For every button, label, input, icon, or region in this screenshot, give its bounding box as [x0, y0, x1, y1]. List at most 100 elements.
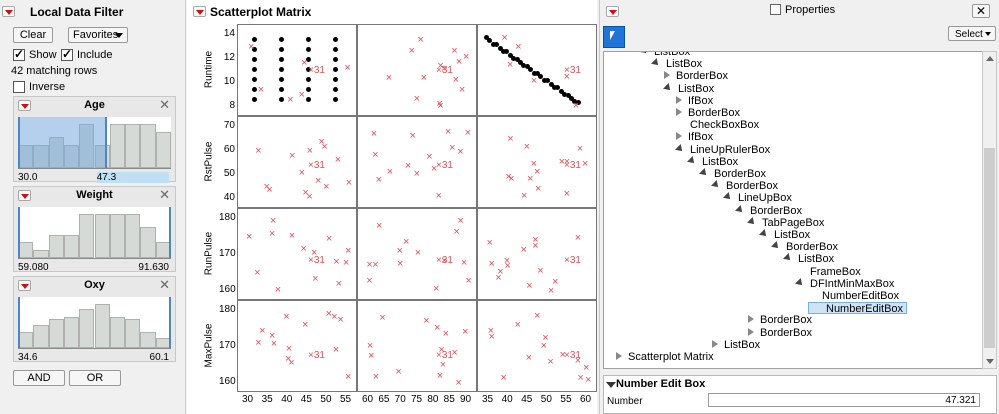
scatter-cell[interactable]: × × × × × × × × × × × × × × ×31 — [237, 116, 357, 208]
collapsed-icon[interactable] — [676, 95, 682, 104]
tree-node[interactable]: ListBox — [651, 58, 702, 70]
histogram[interactable] — [18, 297, 171, 349]
tree-node[interactable]: NumberEditBox — [808, 302, 908, 315]
properties-menu-icon[interactable] — [606, 6, 619, 17]
range-low[interactable]: 59.080 — [18, 262, 49, 273]
expanded-icon[interactable] — [795, 277, 805, 288]
close-icon[interactable]: ✕ — [159, 187, 170, 203]
close-icon[interactable]: ✕ — [159, 97, 170, 113]
expanded-icon[interactable] — [675, 143, 685, 154]
scatter-cell[interactable]: × × × × × × × × × × × × × × ×31 — [237, 208, 357, 300]
tree-node[interactable]: BorderBox — [676, 107, 740, 119]
range-low[interactable]: 34.6 — [18, 352, 37, 363]
collapse-icon[interactable] — [606, 382, 616, 388]
scatter-cell[interactable]: × × × × × × × × × × × × × × ×31 — [357, 24, 477, 116]
select-dropdown[interactable]: Select — [948, 26, 996, 41]
collapsed-icon[interactable] — [664, 71, 670, 80]
and-button[interactable]: AND — [13, 370, 65, 386]
expanded-icon[interactable] — [663, 82, 673, 93]
show-checkbox[interactable] — [13, 47, 25, 61]
filter-menu-icon[interactable] — [2, 6, 15, 17]
tree-node[interactable]: CheckBoxBox — [676, 119, 759, 131]
histogram[interactable] — [18, 207, 171, 259]
scatter-cell[interactable]: × × × × × × × × × × × × × × ×31 — [477, 208, 597, 300]
tree-node[interactable]: DFIntMinMaxBox — [795, 277, 894, 290]
scroll-down-icon[interactable] — [986, 359, 994, 364]
range-high[interactable]: 91.630 — [138, 262, 169, 273]
tree-node[interactable]: BorderBox — [771, 241, 838, 253]
tree-node[interactable]: ListBox — [687, 155, 738, 168]
scatter-cell[interactable]: × × × × × × × × × × × × × × ×31 — [237, 300, 357, 392]
expanded-icon[interactable] — [783, 253, 793, 264]
expanded-icon[interactable] — [771, 241, 781, 252]
tree-node[interactable]: ListBox — [663, 82, 714, 95]
tree-node[interactable]: ListBox — [712, 339, 760, 351]
range-handle-right[interactable] — [169, 297, 171, 348]
tree-node[interactable]: ListBox — [759, 229, 810, 241]
expanded-icon[interactable] — [759, 229, 769, 239]
expanded-icon[interactable] — [639, 52, 649, 56]
expanded-icon[interactable] — [711, 180, 721, 191]
scatter-cell[interactable]: × × × × × × × × × × × × × × ×31 — [357, 300, 477, 392]
expanded-icon[interactable] — [735, 204, 745, 215]
collapsed-icon[interactable] — [712, 339, 718, 348]
scatter-cell[interactable]: × × × × × × × × × × × × × × ×31 — [357, 116, 477, 208]
expanded-icon[interactable] — [747, 216, 757, 227]
tree-scrollbar[interactable] — [982, 51, 997, 369]
tree-node[interactable]: FrameBox — [796, 266, 861, 278]
data-point: × — [325, 233, 333, 246]
data-point: × — [302, 186, 309, 199]
scatterplot-menu-icon[interactable] — [193, 6, 206, 17]
expanded-icon[interactable] — [687, 155, 697, 166]
tree-node[interactable]: Scatterplot Matrix — [616, 351, 714, 363]
tree-node[interactable]: BorderBox — [699, 168, 766, 180]
selection-tool-button[interactable] — [603, 26, 625, 48]
include-checkbox[interactable] — [61, 47, 73, 61]
scatter-cell[interactable]: × × × × × × × × × × × × × × ×31 — [477, 116, 597, 208]
collapsed-icon[interactable] — [748, 315, 754, 324]
inverse-checkbox[interactable] — [13, 81, 25, 93]
close-icon[interactable]: ✕ — [159, 277, 170, 293]
tree-node[interactable]: BorderBox — [711, 180, 778, 192]
scroll-up-icon[interactable] — [986, 56, 994, 61]
tree-node[interactable]: TabPageBox — [747, 216, 824, 229]
tree-node[interactable]: ListBox — [639, 52, 690, 58]
collapsed-icon[interactable] — [748, 327, 754, 336]
range-handle-left[interactable] — [18, 297, 20, 348]
close-button[interactable]: ✕ — [972, 4, 990, 18]
scatter-cell[interactable]: × × × × × × × × × × × × × × ×31 — [357, 208, 477, 300]
clear-button[interactable]: Clear — [13, 27, 53, 43]
tree-node[interactable]: ListBox — [783, 253, 834, 265]
or-button[interactable]: OR — [69, 370, 121, 386]
collapsed-icon[interactable] — [616, 352, 622, 360]
tree-node[interactable]: BorderBox — [748, 327, 812, 339]
collapsed-icon[interactable] — [676, 132, 682, 141]
range-selection[interactable] — [18, 117, 107, 168]
tree-node[interactable]: LineUpRulerBox — [675, 143, 770, 156]
tree-node[interactable]: BorderBox — [735, 204, 802, 217]
expanded-icon[interactable] — [723, 192, 733, 203]
tree-node[interactable]: LineUpBox — [723, 192, 792, 204]
scatter-cell[interactable]: × × × × × × ×31 — [237, 24, 365, 116]
number-field[interactable] — [708, 393, 980, 407]
expanded-icon[interactable] — [699, 168, 709, 178]
range-high[interactable]: 60.1 — [150, 352, 169, 363]
tree-node[interactable]: NumberEditBox — [808, 290, 899, 302]
expanded-icon[interactable] — [651, 58, 661, 69]
scatter-cell[interactable]: × × × × × × ×31 — [477, 24, 597, 116]
collapsed-icon[interactable] — [676, 108, 682, 116]
favorites-dropdown[interactable]: Favorites — [68, 27, 128, 43]
range-high[interactable]: 47.3 — [96, 172, 169, 183]
data-point: × — [417, 34, 424, 47]
tree-node[interactable]: BorderBox — [748, 314, 812, 326]
range-handle-left[interactable] — [18, 207, 20, 258]
scrollbar-thumb[interactable] — [984, 148, 995, 348]
histogram[interactable] — [18, 117, 171, 169]
range-handle-right[interactable] — [169, 207, 171, 258]
range-low[interactable]: 30.0 — [18, 172, 37, 183]
data-point: × — [542, 331, 549, 344]
tree-node[interactable]: IfBox — [676, 95, 713, 107]
scatter-cell[interactable]: × × × × × × × × × × × × × × ×31 — [477, 300, 597, 392]
tree-node[interactable]: BorderBox — [664, 70, 728, 82]
tree-node[interactable]: IfBox — [676, 131, 713, 143]
